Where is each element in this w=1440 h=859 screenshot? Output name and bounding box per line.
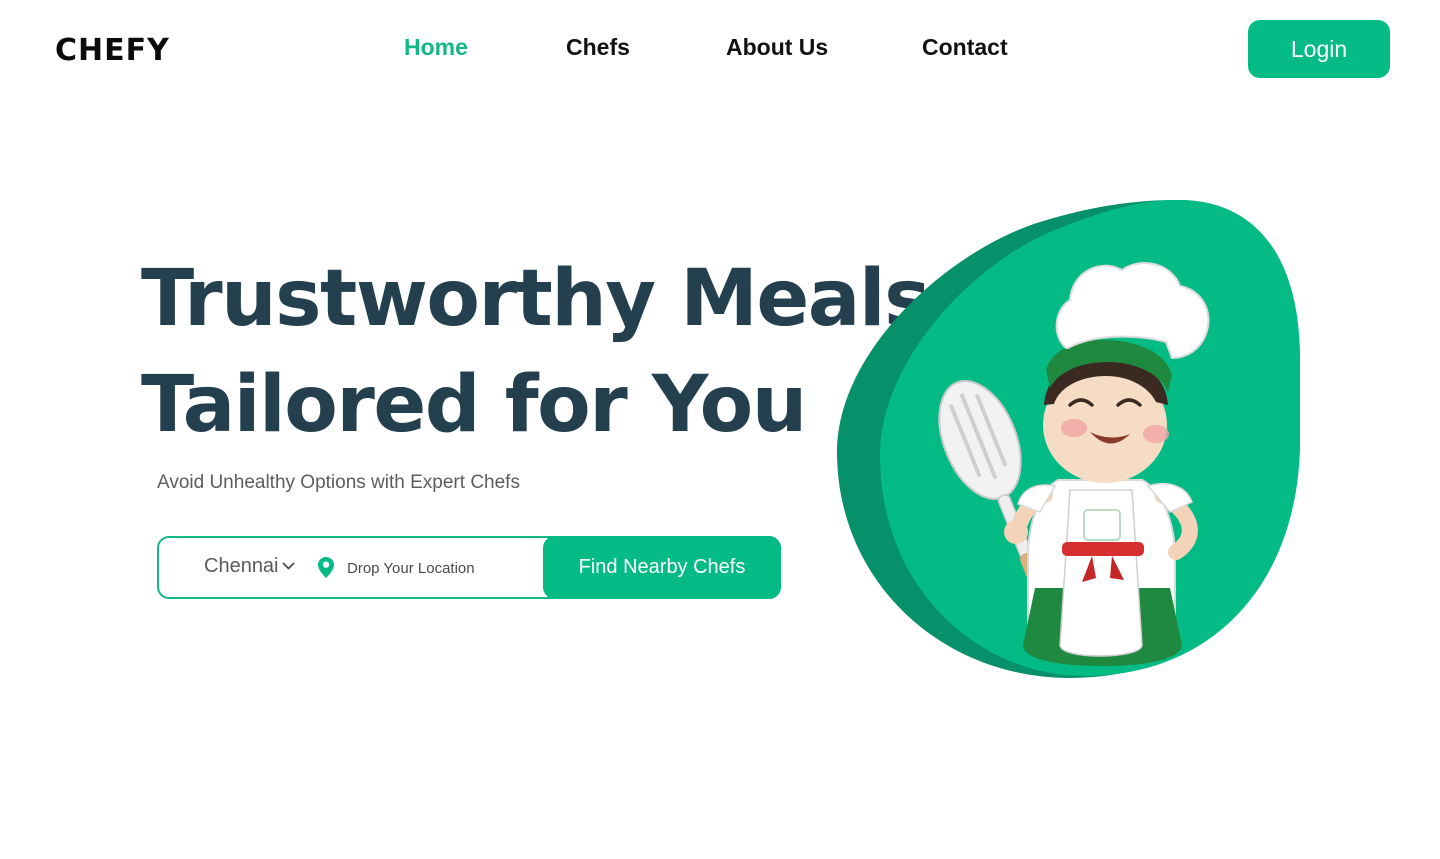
chef-illustration	[837, 199, 1300, 679]
hero-subtitle: Avoid Unhealthy Options with Expert Chef…	[157, 472, 520, 493]
main-nav: Home Chefs About Us Contact	[0, 34, 1440, 66]
find-nearby-chefs-button[interactable]: Find Nearby Chefs	[543, 536, 781, 599]
nav-item-contact[interactable]: Contact	[922, 34, 1008, 61]
apron-belt	[1062, 542, 1144, 556]
nav-item-chefs[interactable]: Chefs	[566, 34, 630, 61]
hero-title-line-1: Trustworthy Meals,	[141, 254, 959, 344]
nav-item-about-us[interactable]: About Us	[726, 34, 828, 61]
landing-page: CHEFY Home Chefs About Us Contact Login …	[0, 0, 1440, 859]
location-input[interactable]	[347, 554, 537, 582]
location-pin-icon	[318, 557, 334, 578]
chef-apron	[1059, 489, 1143, 657]
city-select-value: Chennai	[204, 555, 279, 577]
login-button[interactable]: Login	[1248, 20, 1390, 78]
nav-item-home[interactable]: Home	[404, 34, 468, 61]
hero-title: Trustworthy Meals, Tailored for You	[141, 246, 959, 458]
hero-title-line-2: Tailored for You	[141, 360, 807, 450]
location-search-bar: Chennai Find Nearby Chefs	[157, 536, 781, 599]
city-select[interactable]: Chennai	[204, 555, 295, 578]
chevron-down-icon	[282, 562, 294, 570]
